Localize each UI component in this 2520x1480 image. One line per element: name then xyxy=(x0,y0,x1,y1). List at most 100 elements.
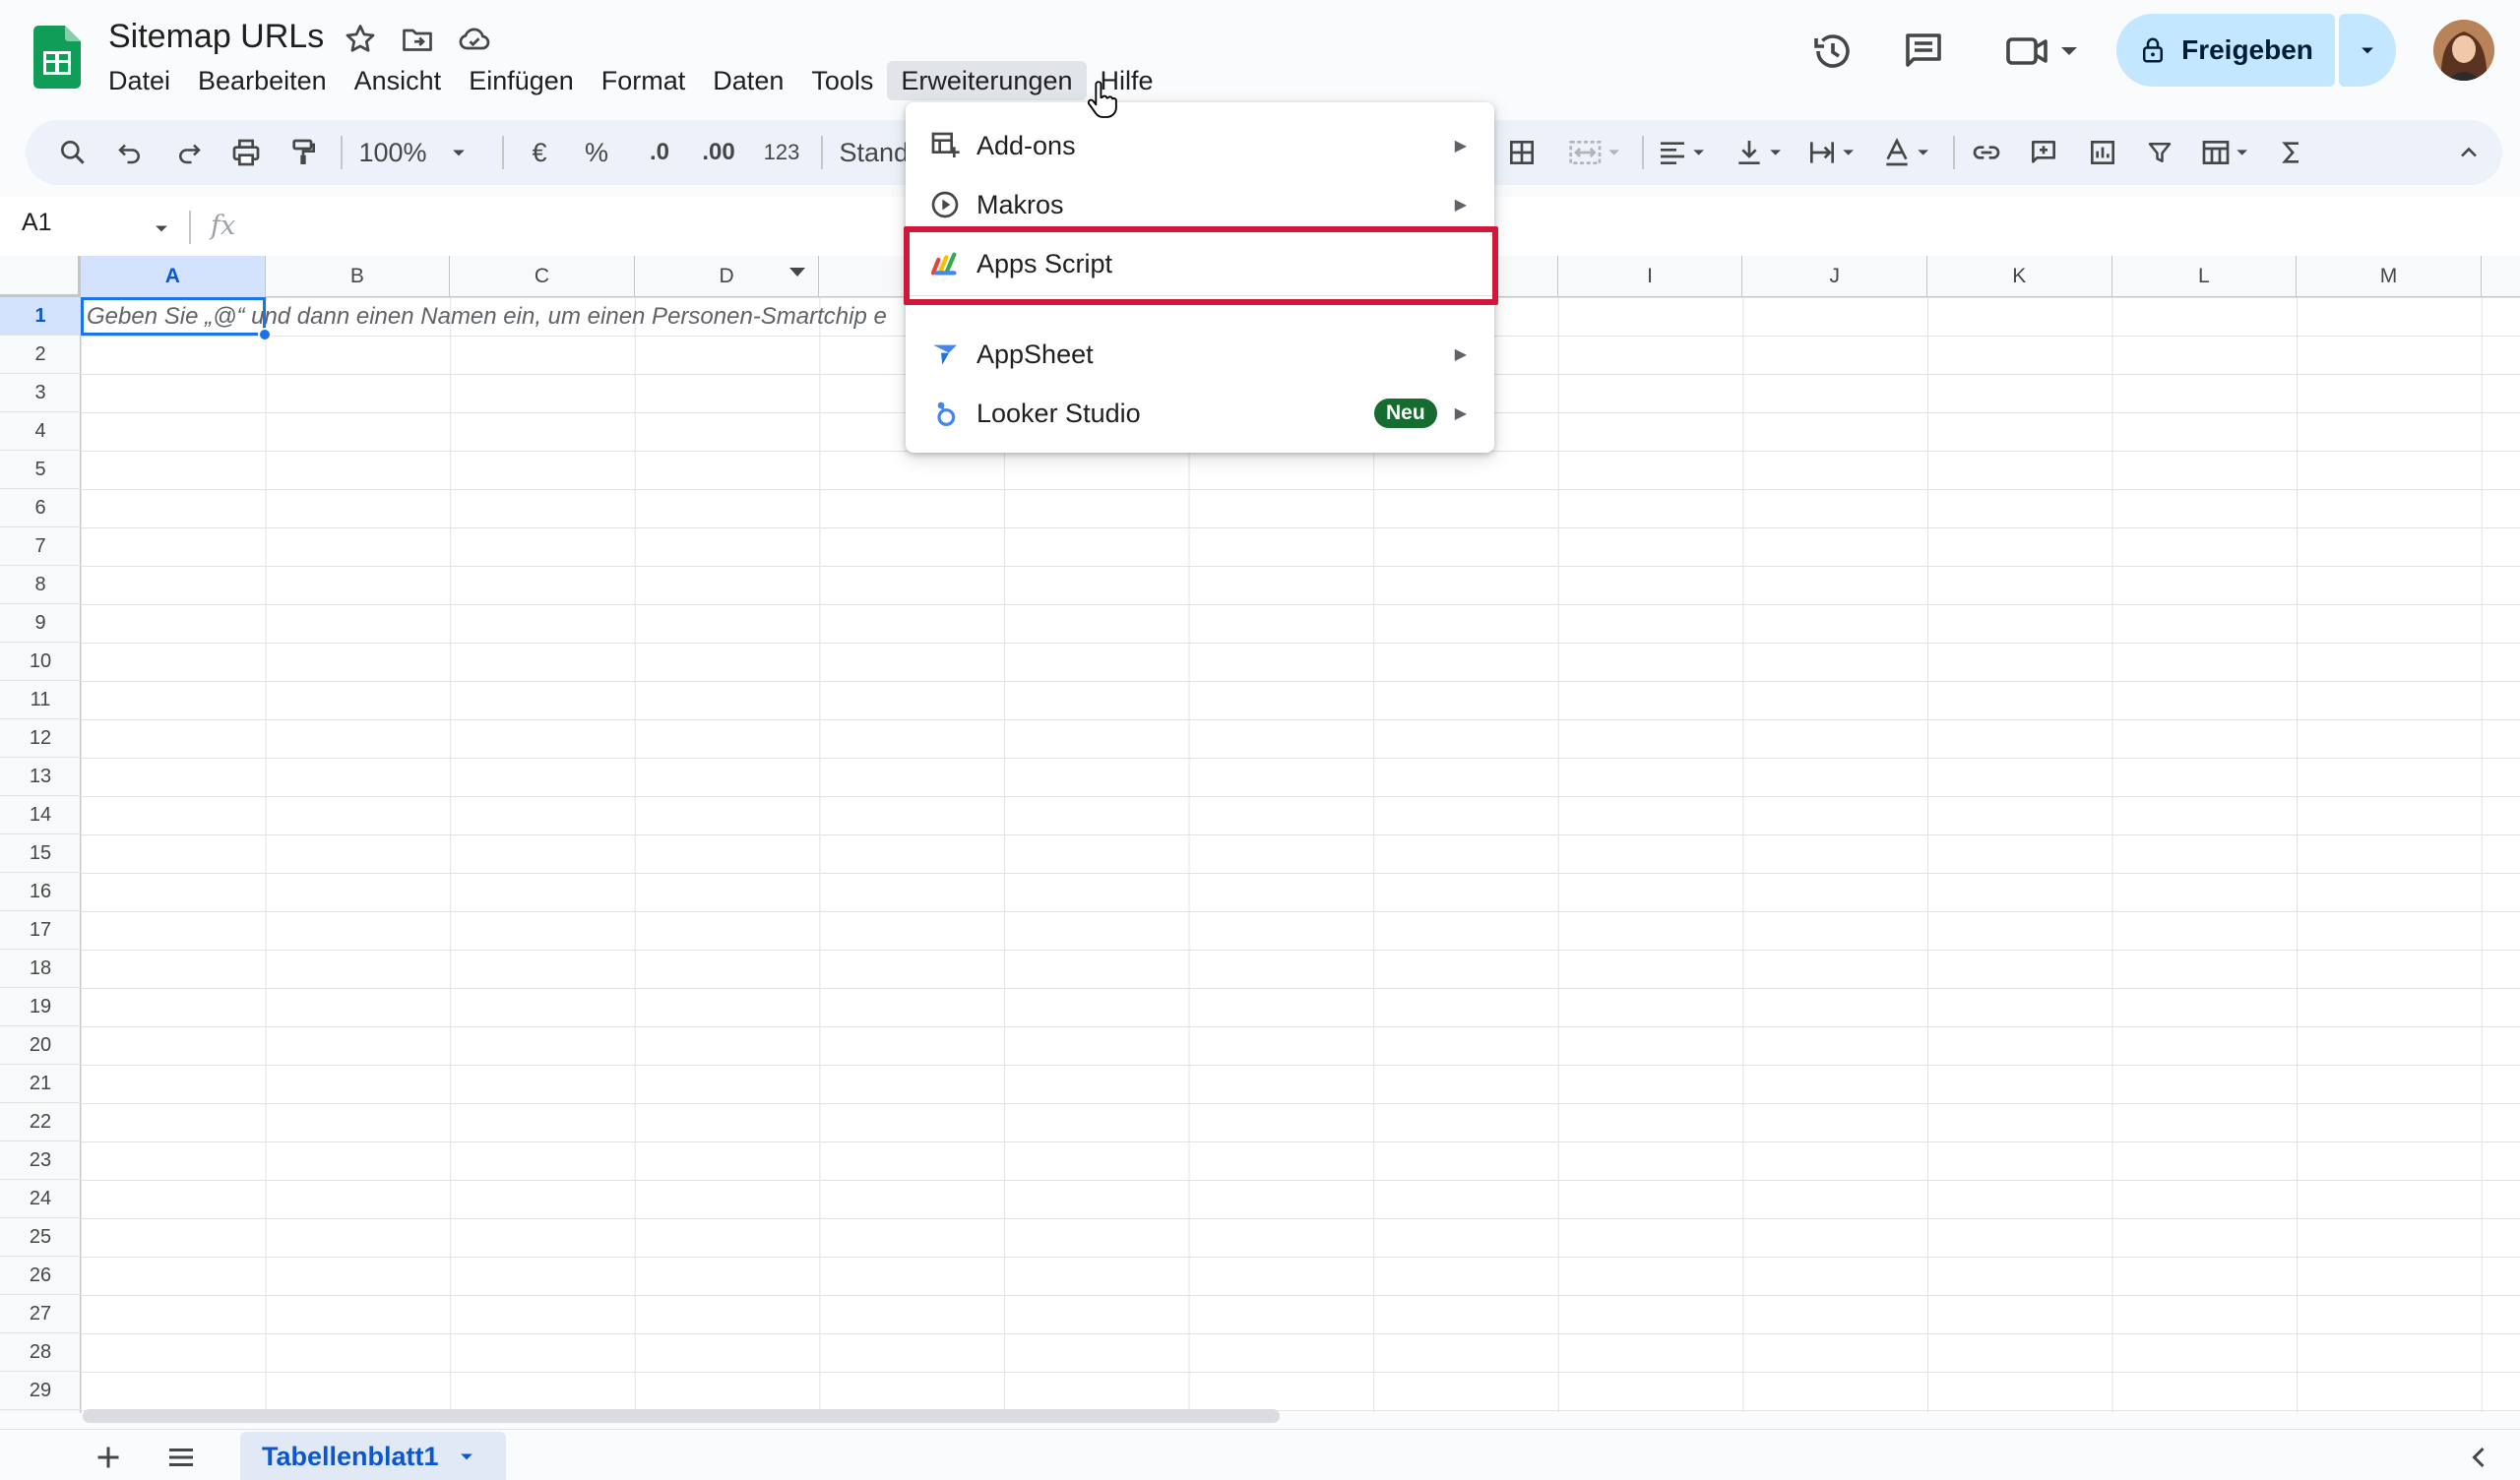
cell-area[interactable] xyxy=(81,297,2520,1413)
fill-handle[interactable] xyxy=(258,328,272,341)
row-header-16[interactable]: 16 xyxy=(0,873,81,911)
menu-item-makros[interactable]: Makros ▶ xyxy=(906,175,1494,234)
row-header-3[interactable]: 3 xyxy=(0,374,81,412)
borders-button[interactable] xyxy=(1502,129,1542,176)
comments-icon[interactable] xyxy=(1900,28,1947,75)
column-header-c[interactable]: C xyxy=(450,256,635,297)
menu-bearbeiten[interactable]: Bearbeiten xyxy=(184,61,341,100)
share-button[interactable]: Freigeben xyxy=(2116,14,2335,87)
menu-item-looker-studio[interactable]: Looker Studio Neu ▶ xyxy=(906,384,1494,443)
create-filter-button[interactable] xyxy=(2140,129,2179,176)
menu-einfuegen[interactable]: Einfügen xyxy=(455,61,588,100)
all-sheets-icon[interactable] xyxy=(163,1440,199,1475)
row-header-25[interactable]: 25 xyxy=(0,1218,81,1257)
vertical-align-button[interactable] xyxy=(1729,129,1794,176)
format-percent-button[interactable]: % xyxy=(577,129,616,176)
menu-datei[interactable]: Datei xyxy=(94,61,184,100)
column-header-j[interactable]: J xyxy=(1742,256,1927,297)
sheet-tab-tabellenblatt1[interactable]: Tabellenblatt1 xyxy=(240,1432,506,1480)
select-all-corner[interactable] xyxy=(0,256,81,297)
filter-views-button[interactable] xyxy=(2195,129,2260,176)
row-header-9[interactable]: 9 xyxy=(0,604,81,643)
column-header-d[interactable]: D xyxy=(635,256,820,297)
undo-button[interactable] xyxy=(110,129,150,176)
horizontal-align-button[interactable] xyxy=(1652,129,1717,176)
menu-item-apps-script[interactable]: Apps Script xyxy=(906,234,1494,293)
insert-chart-button[interactable] xyxy=(2083,129,2122,176)
row-header-20[interactable]: 20 xyxy=(0,1026,81,1065)
row-header-14[interactable]: 14 xyxy=(0,796,81,834)
format-currency-button[interactable]: € xyxy=(520,129,559,176)
row-header-19[interactable]: 19 xyxy=(0,988,81,1026)
row-header-23[interactable]: 23 xyxy=(0,1141,81,1180)
hide-menus-button[interactable] xyxy=(2449,129,2488,176)
row-header-13[interactable]: 13 xyxy=(0,758,81,796)
row-header-18[interactable]: 18 xyxy=(0,950,81,988)
caret-down-icon[interactable] xyxy=(457,1447,476,1466)
row-header-26[interactable]: 26 xyxy=(0,1257,81,1295)
row-header-2[interactable]: 2 xyxy=(0,336,81,374)
hand-pointer-cursor-icon xyxy=(1087,81,1117,118)
selected-cell[interactable] xyxy=(81,297,266,336)
paint-format-button[interactable] xyxy=(284,129,323,176)
caret-down-icon[interactable] xyxy=(152,218,171,238)
decrease-decimals-button[interactable]: .0 xyxy=(636,129,683,176)
document-title[interactable]: Sitemap URLs xyxy=(108,18,324,56)
menu-daten[interactable]: Daten xyxy=(699,61,797,100)
row-header-1[interactable]: 1 xyxy=(0,297,81,336)
row-header-21[interactable]: 21 xyxy=(0,1065,81,1103)
row-header-8[interactable]: 8 xyxy=(0,566,81,604)
column-header-b[interactable]: B xyxy=(266,256,451,297)
row-header-28[interactable]: 28 xyxy=(0,1333,81,1372)
print-button[interactable] xyxy=(226,129,266,176)
row-header-11[interactable]: 11 xyxy=(0,681,81,719)
row-header-27[interactable]: 27 xyxy=(0,1295,81,1333)
sheets-logo-icon[interactable] xyxy=(33,26,81,89)
column-header-l[interactable]: L xyxy=(2112,256,2298,297)
functions-button[interactable] xyxy=(2272,129,2311,176)
version-history-icon[interactable] xyxy=(1809,28,1857,75)
move-folder-icon[interactable] xyxy=(400,22,435,57)
row-header-10[interactable]: 10 xyxy=(0,643,81,681)
avatar[interactable] xyxy=(2433,20,2494,81)
text-rotation-button[interactable] xyxy=(1876,129,1941,176)
increase-decimals-button[interactable]: .00 xyxy=(693,129,744,176)
menu-item-add-ons[interactable]: Add-ons ▶ xyxy=(906,116,1494,175)
insert-link-button[interactable] xyxy=(1967,129,2006,176)
search-menus-button[interactable] xyxy=(53,129,93,176)
menu-tools[interactable]: Tools xyxy=(797,61,887,100)
row-header-17[interactable]: 17 xyxy=(0,911,81,950)
column-header-a[interactable]: A xyxy=(81,256,266,297)
menu-format[interactable]: Format xyxy=(588,61,700,100)
row-header-7[interactable]: 7 xyxy=(0,527,81,566)
share-dropdown-button[interactable] xyxy=(2339,14,2396,87)
menu-item-appsheet[interactable]: AppSheet ▶ xyxy=(906,325,1494,384)
text-wrapping-button[interactable] xyxy=(1801,129,1866,176)
row-header-29[interactable]: 29 xyxy=(0,1372,81,1410)
row-header-15[interactable]: 15 xyxy=(0,834,81,873)
column-header-k[interactable]: K xyxy=(1927,256,2112,297)
menu-ansicht[interactable]: Ansicht xyxy=(341,61,456,100)
column-header-i[interactable]: I xyxy=(1558,256,1743,297)
menu-erweiterungen[interactable]: Erweiterungen xyxy=(887,61,1087,100)
redo-button[interactable] xyxy=(169,129,209,176)
row-header-22[interactable]: 22 xyxy=(0,1103,81,1141)
row-header-12[interactable]: 12 xyxy=(0,719,81,758)
row-header-5[interactable]: 5 xyxy=(0,451,81,489)
column-d-caret-down-icon[interactable] xyxy=(789,268,806,277)
horizontal-scrollbar[interactable] xyxy=(83,1409,1280,1423)
zoom-select[interactable]: 100% xyxy=(354,129,472,176)
star-icon[interactable] xyxy=(343,22,378,57)
row-header-6[interactable]: 6 xyxy=(0,489,81,527)
row-header-4[interactable]: 4 xyxy=(0,412,81,451)
merge-cells-button[interactable] xyxy=(1561,129,1630,176)
row-header-24[interactable]: 24 xyxy=(0,1180,81,1218)
more-formats-button[interactable]: 123 xyxy=(756,129,807,176)
meet-video-icon[interactable] xyxy=(2002,28,2085,75)
column-header-m[interactable]: M xyxy=(2297,256,2482,297)
add-sheet-icon[interactable] xyxy=(91,1440,126,1475)
chevron-left-icon[interactable] xyxy=(2461,1440,2496,1475)
name-box[interactable]: A1 xyxy=(22,209,52,237)
insert-comment-button[interactable] xyxy=(2024,129,2063,176)
cloud-saved-icon[interactable] xyxy=(457,22,492,57)
